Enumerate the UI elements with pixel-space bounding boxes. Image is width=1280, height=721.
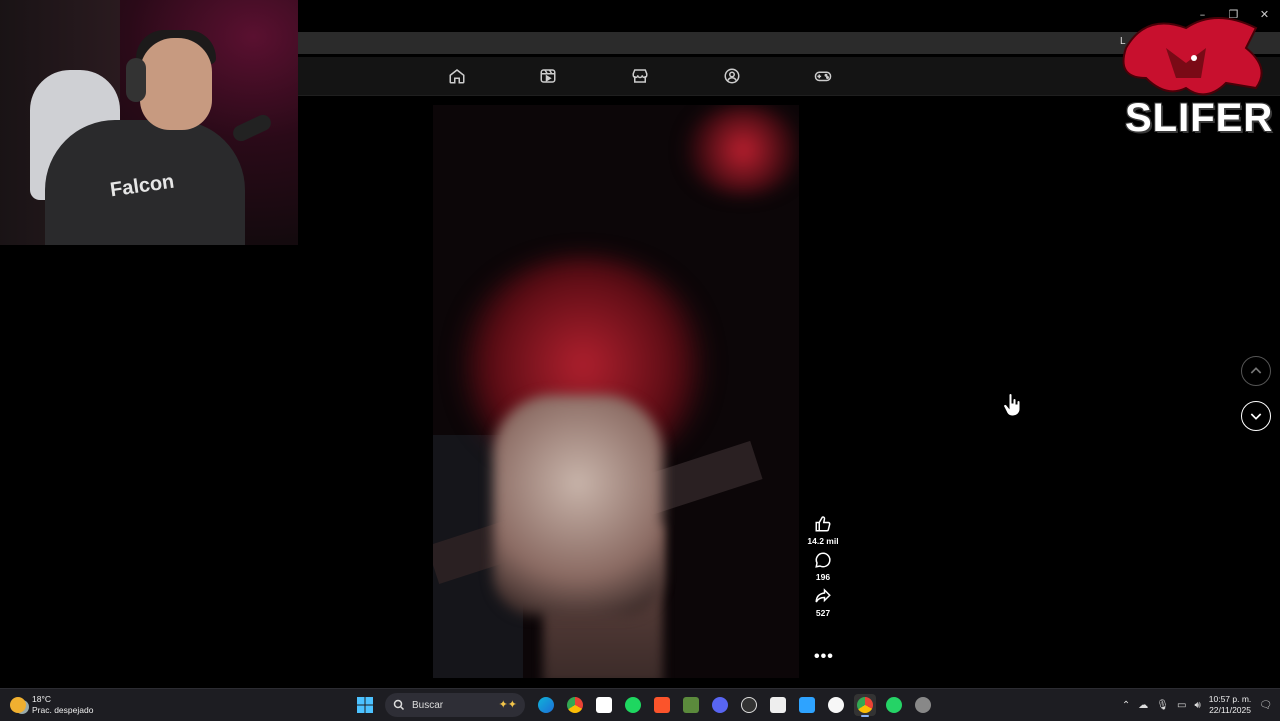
display-icon[interactable]: ▭ bbox=[1177, 700, 1186, 711]
share-count: 527 bbox=[815, 608, 831, 618]
taskbar-obs[interactable] bbox=[738, 694, 760, 716]
start-button[interactable] bbox=[354, 694, 376, 716]
minecraft-icon bbox=[682, 697, 699, 713]
hand-cursor-icon bbox=[1003, 393, 1021, 417]
taskbar-search[interactable]: Buscar ✦✦ bbox=[385, 693, 525, 717]
taskbar-apps: Buscar ✦✦ bbox=[350, 693, 937, 717]
taskbar-capcut[interactable] bbox=[593, 694, 615, 716]
notification-icon[interactable]: 🗨︎ bbox=[1259, 700, 1272, 711]
windows-taskbar: 18°C Prac. despejado Buscar ✦✦ ⌃ ☁ 🎙︎ ▭ … bbox=[0, 688, 1280, 721]
reel-actions: 14.2 mil 196 527 bbox=[805, 515, 841, 623]
brave-icon bbox=[653, 697, 670, 713]
chrome-icon bbox=[566, 697, 583, 713]
home-icon[interactable] bbox=[448, 67, 466, 85]
share-icon bbox=[815, 588, 831, 603]
volume-icon[interactable]: 🔊︎ bbox=[1194, 700, 1200, 711]
search-icon bbox=[393, 699, 405, 711]
spotify-icon bbox=[624, 697, 641, 713]
comment-count: 196 bbox=[815, 572, 831, 582]
taskbar-minecraft[interactable] bbox=[680, 694, 702, 716]
taskbar-itunes[interactable] bbox=[825, 694, 847, 716]
music-icon bbox=[827, 697, 844, 713]
video-hand bbox=[493, 395, 663, 615]
active-indicator bbox=[860, 715, 869, 717]
like-button[interactable]: 14.2 mil bbox=[805, 515, 841, 546]
windows-icon bbox=[356, 697, 373, 713]
clock-date: 22/11/2025 bbox=[1209, 705, 1251, 715]
gaming-icon[interactable] bbox=[814, 67, 832, 85]
taskbar-brave[interactable] bbox=[651, 694, 673, 716]
weather-temp: 18°C bbox=[32, 694, 51, 704]
taskbar-discord[interactable] bbox=[709, 694, 731, 716]
reels-icon[interactable] bbox=[539, 67, 557, 85]
onedrive-icon bbox=[798, 697, 815, 713]
capcut-icon bbox=[595, 697, 612, 713]
streamer-head bbox=[140, 38, 212, 130]
network-cloud-icon[interactable]: ☁ bbox=[1138, 700, 1148, 711]
obs-icon bbox=[740, 697, 757, 713]
taskbar-onedrive[interactable] bbox=[796, 694, 818, 716]
chevron-up-icon[interactable]: ⌃ bbox=[1122, 700, 1130, 711]
taskbar-store[interactable] bbox=[767, 694, 789, 716]
video-red-light bbox=[683, 105, 799, 195]
headset bbox=[126, 58, 146, 102]
chevron-down-icon bbox=[1250, 413, 1262, 420]
comment-icon bbox=[815, 552, 831, 568]
comment-button[interactable]: 196 bbox=[805, 551, 841, 582]
groups-icon[interactable] bbox=[723, 67, 741, 85]
taskbar-spotify[interactable] bbox=[622, 694, 644, 716]
taskbar-edge[interactable] bbox=[535, 694, 557, 716]
slifer-brand-text: SLIFER bbox=[1125, 96, 1274, 140]
marketplace-icon[interactable] bbox=[631, 67, 649, 85]
weather-widget[interactable]: 18°C Prac. despejado bbox=[10, 694, 93, 716]
microphone bbox=[230, 112, 274, 144]
discord-icon bbox=[711, 697, 728, 713]
taskbar-chrome-active[interactable] bbox=[853, 694, 876, 717]
more-options-button[interactable]: ••• bbox=[814, 648, 834, 666]
clock-time: 10:57 p. m. bbox=[1208, 694, 1252, 704]
like-icon bbox=[815, 516, 831, 532]
previous-reel-button[interactable] bbox=[1241, 356, 1271, 386]
store-icon bbox=[769, 697, 786, 713]
reel-video[interactable] bbox=[433, 105, 799, 678]
system-tray: ⌃ ☁ 🎙︎ ▭ 🔊︎ 10:57 p. m. 22/11/2025 🗨︎ bbox=[1122, 693, 1272, 717]
copilot-sparkle-icon: ✦✦ bbox=[498, 699, 517, 711]
chrome-icon bbox=[856, 697, 873, 713]
webcam-overlay: Falcon bbox=[0, 0, 298, 245]
weather-icon bbox=[10, 697, 26, 713]
next-reel-button[interactable] bbox=[1241, 401, 1271, 431]
taskbar-chrome[interactable] bbox=[564, 694, 586, 716]
clock[interactable]: 10:57 p. m. 22/11/2025 bbox=[1209, 694, 1252, 716]
weather-desc: Prac. despejado bbox=[32, 705, 94, 715]
taskbar-settings[interactable] bbox=[912, 694, 934, 716]
whatsapp-icon bbox=[885, 697, 902, 713]
like-count: 14.2 mil bbox=[807, 536, 839, 546]
microphone-icon[interactable]: 🎙︎ bbox=[1156, 700, 1169, 711]
search-label: Buscar bbox=[412, 699, 444, 711]
taskbar-whatsapp[interactable] bbox=[883, 694, 905, 716]
chevron-up-icon bbox=[1250, 367, 1262, 374]
edge-icon bbox=[537, 697, 554, 713]
share-button[interactable]: 527 bbox=[805, 587, 841, 618]
gear-icon bbox=[914, 697, 931, 713]
